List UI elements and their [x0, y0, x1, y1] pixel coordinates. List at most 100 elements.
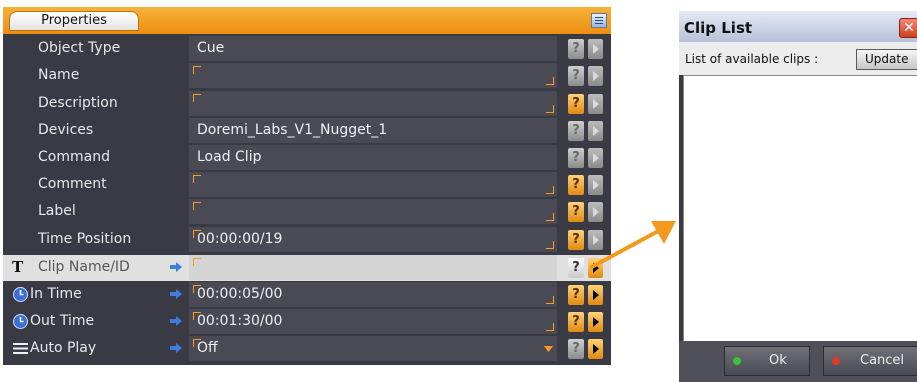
properties-panel: Properties Object Type Cue ? Name ? Desc… — [3, 7, 611, 365]
expand-arrow-button[interactable] — [588, 312, 603, 332]
help-button[interactable]: ? — [568, 312, 584, 332]
property-label: Devices — [38, 122, 94, 138]
chevron-right-icon — [593, 180, 599, 190]
cancel-button[interactable]: Cancel — [823, 346, 917, 376]
help-button[interactable]: ? — [568, 230, 584, 250]
property-value: 00:01:30/00 — [197, 313, 283, 329]
properties-header: Properties — [3, 7, 611, 34]
link-arrow-icon — [170, 343, 182, 353]
properties-tab[interactable]: Properties — [9, 11, 139, 31]
chevron-right-icon — [593, 44, 599, 54]
ok-button[interactable]: Ok — [724, 346, 810, 376]
expand-arrow-button[interactable] — [588, 39, 603, 59]
property-label: Time Position — [38, 231, 132, 247]
dialog-footer: Ok Cancel — [679, 341, 917, 382]
property-label: Auto Play — [30, 340, 97, 356]
clip-name-input[interactable] — [189, 255, 557, 280]
property-row-in-time: In Time 00:00:05/00 ? — [3, 282, 611, 308]
expand-arrow-button[interactable] — [588, 202, 603, 222]
property-row-command: Command Load Clip ? — [3, 145, 611, 171]
expand-arrow-button[interactable] — [588, 230, 603, 250]
property-row-clip-name[interactable]: T Clip Name/ID ? — [3, 255, 611, 281]
expand-arrow-button[interactable] — [588, 258, 603, 278]
property-row-comment: Comment ? — [3, 172, 611, 198]
dropdown-arrow-icon[interactable] — [544, 346, 553, 352]
help-button[interactable]: ? — [568, 285, 584, 305]
clip-list-toolbar: List of available clips : Update — [679, 42, 917, 75]
clip-list-dialog: Clip List ✕ List of available clips : Up… — [679, 11, 917, 382]
property-row-devices: Devices Doremi_Labs_V1_Nugget_1 ? — [3, 118, 611, 144]
property-label: Comment — [38, 176, 107, 192]
property-row-auto-play: Auto Play Off ? — [3, 336, 611, 362]
property-value: 00:00:00/19 — [197, 231, 283, 247]
clock-icon — [13, 287, 28, 302]
property-label: Command — [38, 149, 110, 165]
expand-arrow-button[interactable] — [588, 94, 603, 114]
chevron-right-icon — [593, 344, 599, 354]
help-button[interactable]: ? — [568, 339, 584, 359]
panel-menu-icon[interactable] — [591, 13, 607, 28]
help-button[interactable]: ? — [568, 94, 584, 114]
text-type-icon: T — [12, 258, 24, 276]
property-row-out-time: Out Time 00:01:30/00 ? — [3, 309, 611, 335]
help-button[interactable]: ? — [568, 202, 584, 222]
clock-icon — [13, 314, 28, 329]
property-row-object-type: Object Type Cue ? — [3, 36, 611, 62]
chevron-right-icon — [593, 290, 599, 300]
clip-list-label: List of available clips : — [685, 52, 819, 66]
link-arrow-icon — [170, 262, 182, 272]
expand-arrow-button[interactable] — [588, 339, 603, 359]
property-value: 00:00:05/00 — [197, 286, 283, 302]
comment-input[interactable] — [189, 172, 557, 197]
time-position-input[interactable]: 00:00:00/19 — [189, 227, 557, 252]
help-button[interactable]: ? — [568, 148, 584, 168]
green-dot-icon — [733, 357, 741, 365]
property-value: Cue — [197, 40, 225, 56]
chevron-right-icon — [593, 207, 599, 217]
out-time-input[interactable]: 00:01:30/00 — [189, 309, 557, 334]
property-value: Load Clip — [197, 149, 262, 165]
chevron-right-icon — [593, 153, 599, 163]
description-input[interactable] — [189, 91, 557, 116]
property-label: Clip Name/ID — [38, 259, 130, 275]
property-label: Name — [38, 67, 80, 83]
chevron-right-icon — [593, 235, 599, 245]
link-arrow-icon — [170, 289, 182, 299]
expand-arrow-button[interactable] — [588, 285, 603, 305]
help-button[interactable]: ? — [568, 39, 584, 59]
auto-play-select[interactable]: Off — [189, 336, 557, 361]
chevron-right-icon — [593, 263, 599, 273]
property-value: Doremi_Labs_V1_Nugget_1 — [197, 122, 388, 138]
property-value-field: Doremi_Labs_V1_Nugget_1 — [189, 118, 557, 143]
property-row-label: Label ? — [3, 199, 611, 225]
help-button[interactable]: ? — [568, 175, 584, 195]
property-row-description: Description ? — [3, 91, 611, 117]
expand-arrow-button[interactable] — [588, 148, 603, 168]
close-icon[interactable]: ✕ — [899, 18, 917, 38]
red-dot-icon — [832, 357, 840, 365]
expand-arrow-button[interactable] — [588, 175, 603, 195]
list-icon — [13, 343, 28, 354]
label-input[interactable] — [189, 199, 557, 224]
ok-label: Ok — [769, 353, 787, 368]
expand-arrow-button[interactable] — [588, 121, 603, 141]
clip-list-box[interactable] — [683, 75, 917, 342]
property-label: In Time — [30, 286, 82, 302]
chevron-right-icon — [593, 99, 599, 109]
property-row-name: Name ? — [3, 63, 611, 89]
help-button[interactable]: ? — [568, 121, 584, 141]
help-button[interactable]: ? — [568, 66, 584, 86]
dialog-title: Clip List — [684, 19, 753, 37]
name-input[interactable] — [189, 63, 557, 88]
property-label: Out Time — [30, 313, 95, 329]
chevron-right-icon — [593, 126, 599, 136]
in-time-input[interactable]: 00:00:05/00 — [189, 282, 557, 307]
update-button[interactable]: Update — [856, 49, 917, 70]
help-button[interactable]: ? — [568, 258, 584, 278]
property-label: Object Type — [38, 40, 121, 56]
property-value: Off — [197, 340, 218, 356]
dialog-title-bar[interactable]: Clip List ✕ — [679, 11, 917, 42]
property-row-time-position: Time Position 00:00:00/19 ? — [3, 227, 611, 253]
property-label: Label — [38, 203, 76, 219]
expand-arrow-button[interactable] — [588, 66, 603, 86]
